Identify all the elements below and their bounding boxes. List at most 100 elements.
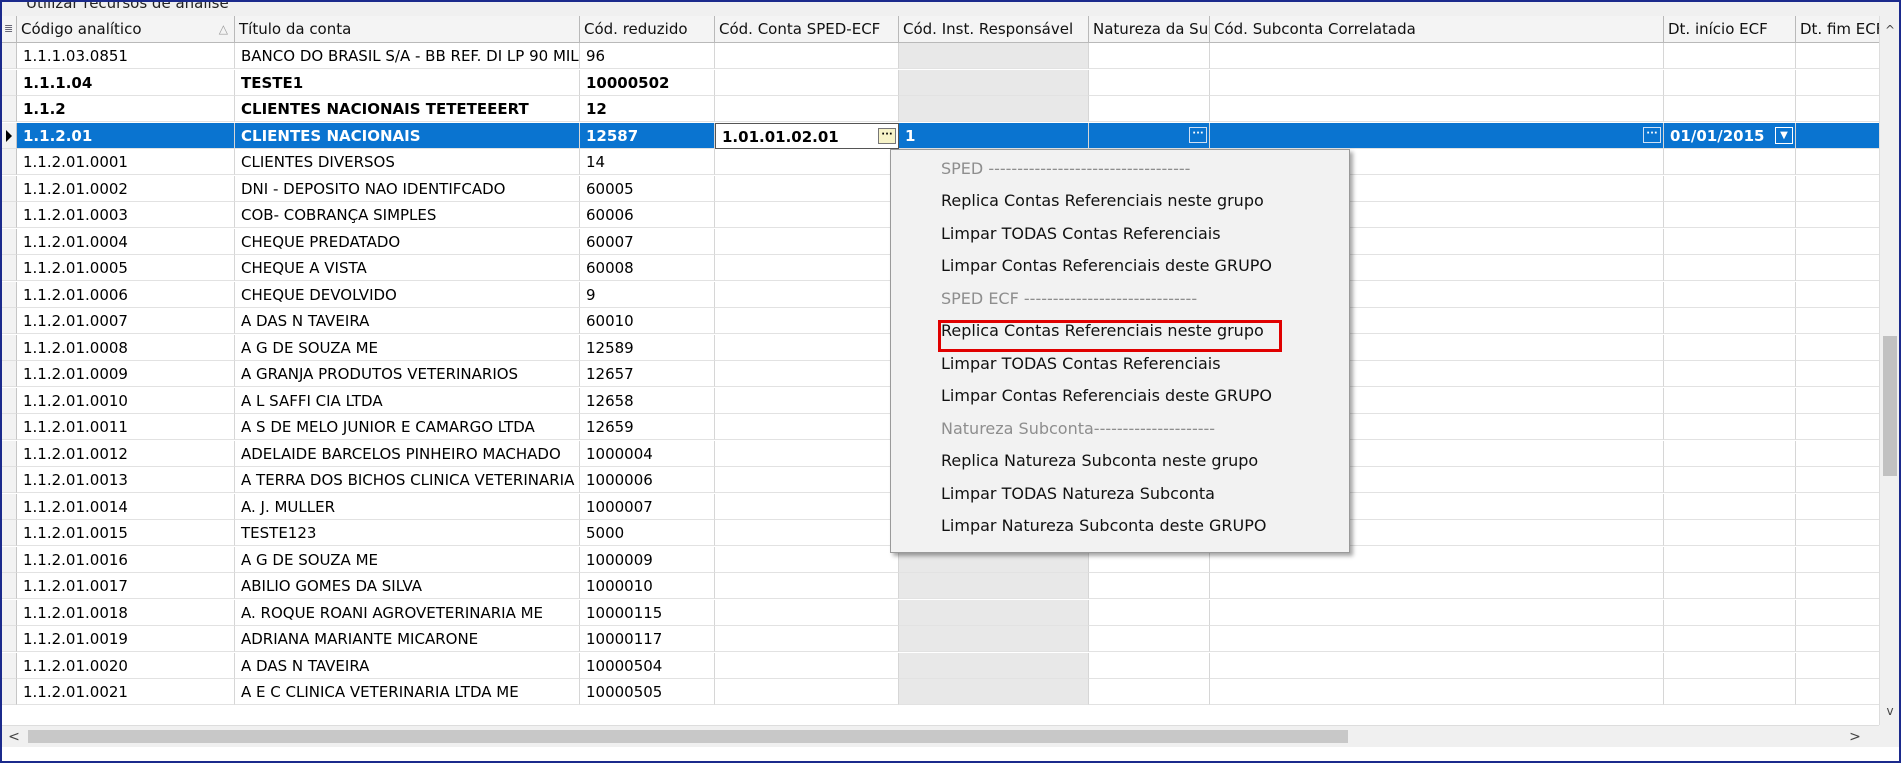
cell-dt-fim[interactable]: [1796, 361, 1879, 387]
cell-sped[interactable]: [715, 546, 899, 573]
cell-titulo[interactable]: A DAS N TAVEIRA: [235, 652, 580, 679]
row-indicator[interactable]: [2, 467, 17, 493]
cell-sped[interactable]: [715, 255, 899, 281]
cell-dt-fim[interactable]: [1796, 626, 1879, 652]
grid-menu-icon[interactable]: ≣: [2, 16, 17, 42]
cell-codigo[interactable]: 1.1.2.01.0002: [17, 175, 235, 202]
cell-titulo[interactable]: A E C CLINICA VETERINARIA LTDA ME: [235, 679, 580, 705]
cell-inst[interactable]: [899, 679, 1089, 705]
analysis-options-label[interactable]: Utilizar recursos de análise: [26, 2, 229, 12]
table-row[interactable]: 1.1.2.01.0021 A E C CLINICA VETERINARIA L…: [2, 679, 1879, 705]
cell-dt-inicio[interactable]: [1664, 334, 1796, 361]
cell-titulo[interactable]: DNI - DEPOSITO NAO IDENTIFCADO: [235, 175, 580, 202]
cell-reduzido[interactable]: 60006: [580, 202, 715, 228]
row-indicator[interactable]: [2, 308, 17, 334]
row-indicator[interactable]: [2, 334, 17, 361]
cell-reduzido[interactable]: 10000117: [580, 626, 715, 652]
vertical-scrollbar[interactable]: ^ v: [1879, 16, 1899, 725]
cell-reduzido[interactable]: 10000505: [580, 679, 715, 705]
table-row[interactable]: 1.1.2.01.0019 ADRIANA MARIANTE MICARONE 10…: [2, 626, 1879, 652]
cell-subconta[interactable]: [1210, 43, 1664, 69]
cell-subconta[interactable]: [1210, 96, 1664, 122]
row-indicator[interactable]: [2, 175, 17, 202]
col-header-inst[interactable]: Cód. Inst. Responsável: [899, 16, 1089, 42]
cell-codigo[interactable]: 1.1.2.01.0014: [17, 493, 235, 520]
cell-sped[interactable]: [715, 175, 899, 202]
cell-titulo[interactable]: BANCO DO BRASIL S/A - BB REF. DI LP 90 M…: [235, 43, 580, 69]
cell-codigo[interactable]: 1.1.1.04: [17, 69, 235, 96]
cell-codigo[interactable]: 1.1.2.01.0003: [17, 202, 235, 228]
cell-codigo[interactable]: 1.1.2.01.0008: [17, 334, 235, 361]
cell-codigo[interactable]: 1.1.2.01.0018: [17, 599, 235, 626]
cell-codigo[interactable]: 1.1.2.01.0009: [17, 361, 235, 387]
row-indicator[interactable]: [2, 122, 17, 149]
cell-subconta[interactable]: [1210, 626, 1664, 652]
col-header-dt-inicio[interactable]: Dt. início ECF: [1664, 16, 1796, 42]
cell-dt-fim[interactable]: [1796, 335, 1879, 361]
cell-dt-inicio[interactable]: [1664, 96, 1796, 122]
row-indicator[interactable]: [2, 361, 17, 387]
cell-dt-fim[interactable]: [1796, 388, 1879, 414]
cell-natureza[interactable]: [1089, 69, 1210, 96]
cell-inst[interactable]: 1: [899, 122, 1089, 149]
cell-dt-inicio[interactable]: [1664, 387, 1796, 414]
cell-inst[interactable]: [899, 599, 1089, 626]
row-indicator[interactable]: [2, 255, 17, 281]
cell-codigo[interactable]: 1.1.1.03.0851: [17, 43, 235, 69]
cell-sped[interactable]: [715, 652, 899, 679]
cell-dt-fim[interactable]: [1796, 600, 1879, 626]
cell-sped[interactable]: [715, 228, 899, 255]
table-row[interactable]: 1.1.2.01.0017 ABILIO GOMES DA SILVA 100001…: [2, 573, 1879, 599]
cell-natureza[interactable]: [1089, 573, 1210, 599]
cell-natureza[interactable]: [1089, 96, 1210, 122]
cell-reduzido[interactable]: 10000115: [580, 599, 715, 626]
cell-reduzido[interactable]: 60007: [580, 228, 715, 255]
cell-sped[interactable]: [715, 573, 899, 599]
cell-inst[interactable]: [899, 43, 1089, 69]
menu-item[interactable]: Limpar TODAS Contas Referenciais: [891, 348, 1349, 380]
ellipsis-icon[interactable]: ···: [1189, 126, 1207, 143]
menu-item[interactable]: Limpar Contas Referenciais deste GRUPO: [891, 250, 1349, 282]
cell-titulo[interactable]: ADELAIDE BARCELOS PINHEIRO MACHADO: [235, 440, 580, 467]
row-indicator[interactable]: [2, 414, 17, 440]
cell-inst[interactable]: [899, 573, 1089, 599]
row-indicator[interactable]: [2, 96, 17, 122]
cell-dt-fim[interactable]: [1796, 573, 1879, 599]
cell-codigo[interactable]: 1.1.2.01.0021: [17, 679, 235, 705]
scroll-down-icon[interactable]: v: [1880, 701, 1899, 721]
cell-titulo[interactable]: A L SAFFI CIA LTDA: [235, 387, 580, 414]
cell-dt-inicio[interactable]: [1664, 440, 1796, 467]
cell-sped[interactable]: [715, 493, 899, 520]
cell-dt-inicio[interactable]: [1664, 414, 1796, 440]
cell-dt-fim[interactable]: [1796, 96, 1879, 122]
cell-reduzido[interactable]: 12658: [580, 387, 715, 414]
cell-codigo[interactable]: 1.1.2.01.0007: [17, 308, 235, 334]
cell-natureza[interactable]: [1089, 43, 1210, 69]
cell-reduzido[interactable]: 1000004: [580, 440, 715, 467]
ellipsis-icon[interactable]: ···: [878, 127, 896, 144]
table-row-selected[interactable]: 1.1.2.01 CLIENTES NACIONAIS 12587 1.01.01.0…: [2, 122, 1879, 149]
row-indicator[interactable]: [2, 281, 17, 308]
cell-dt-inicio[interactable]: [1664, 626, 1796, 652]
cell-dt-inicio[interactable]: [1664, 255, 1796, 281]
menu-item[interactable]: Limpar TODAS Contas Referenciais: [891, 218, 1349, 250]
menu-item[interactable]: Limpar Contas Referenciais deste GRUPO: [891, 380, 1349, 412]
row-indicator[interactable]: [2, 493, 17, 520]
cell-inst[interactable]: [899, 69, 1089, 96]
cell-dt-fim[interactable]: [1796, 547, 1879, 573]
row-indicator[interactable]: [2, 520, 17, 546]
cell-inst[interactable]: [899, 652, 1089, 679]
cell-reduzido[interactable]: 1000007: [580, 493, 715, 520]
cell-subconta[interactable]: [1210, 599, 1664, 626]
cell-dt-inicio[interactable]: [1664, 467, 1796, 493]
ellipsis-icon[interactable]: ···: [1643, 126, 1661, 143]
menu-item[interactable]: Limpar TODAS Natureza Subconta: [891, 478, 1349, 510]
cell-dt-fim[interactable]: [1796, 202, 1879, 228]
cell-dt-inicio[interactable]: [1664, 679, 1796, 705]
cell-natureza[interactable]: ···: [1089, 122, 1210, 149]
cell-dt-fim[interactable]: [1796, 308, 1879, 334]
cell-codigo[interactable]: 1.1.2.01.0010: [17, 387, 235, 414]
menu-item[interactable]: Replica Natureza Subconta neste grupo: [891, 445, 1349, 477]
row-indicator[interactable]: [2, 228, 17, 255]
cell-titulo[interactable]: COB- COBRANÇA SIMPLES: [235, 202, 580, 228]
